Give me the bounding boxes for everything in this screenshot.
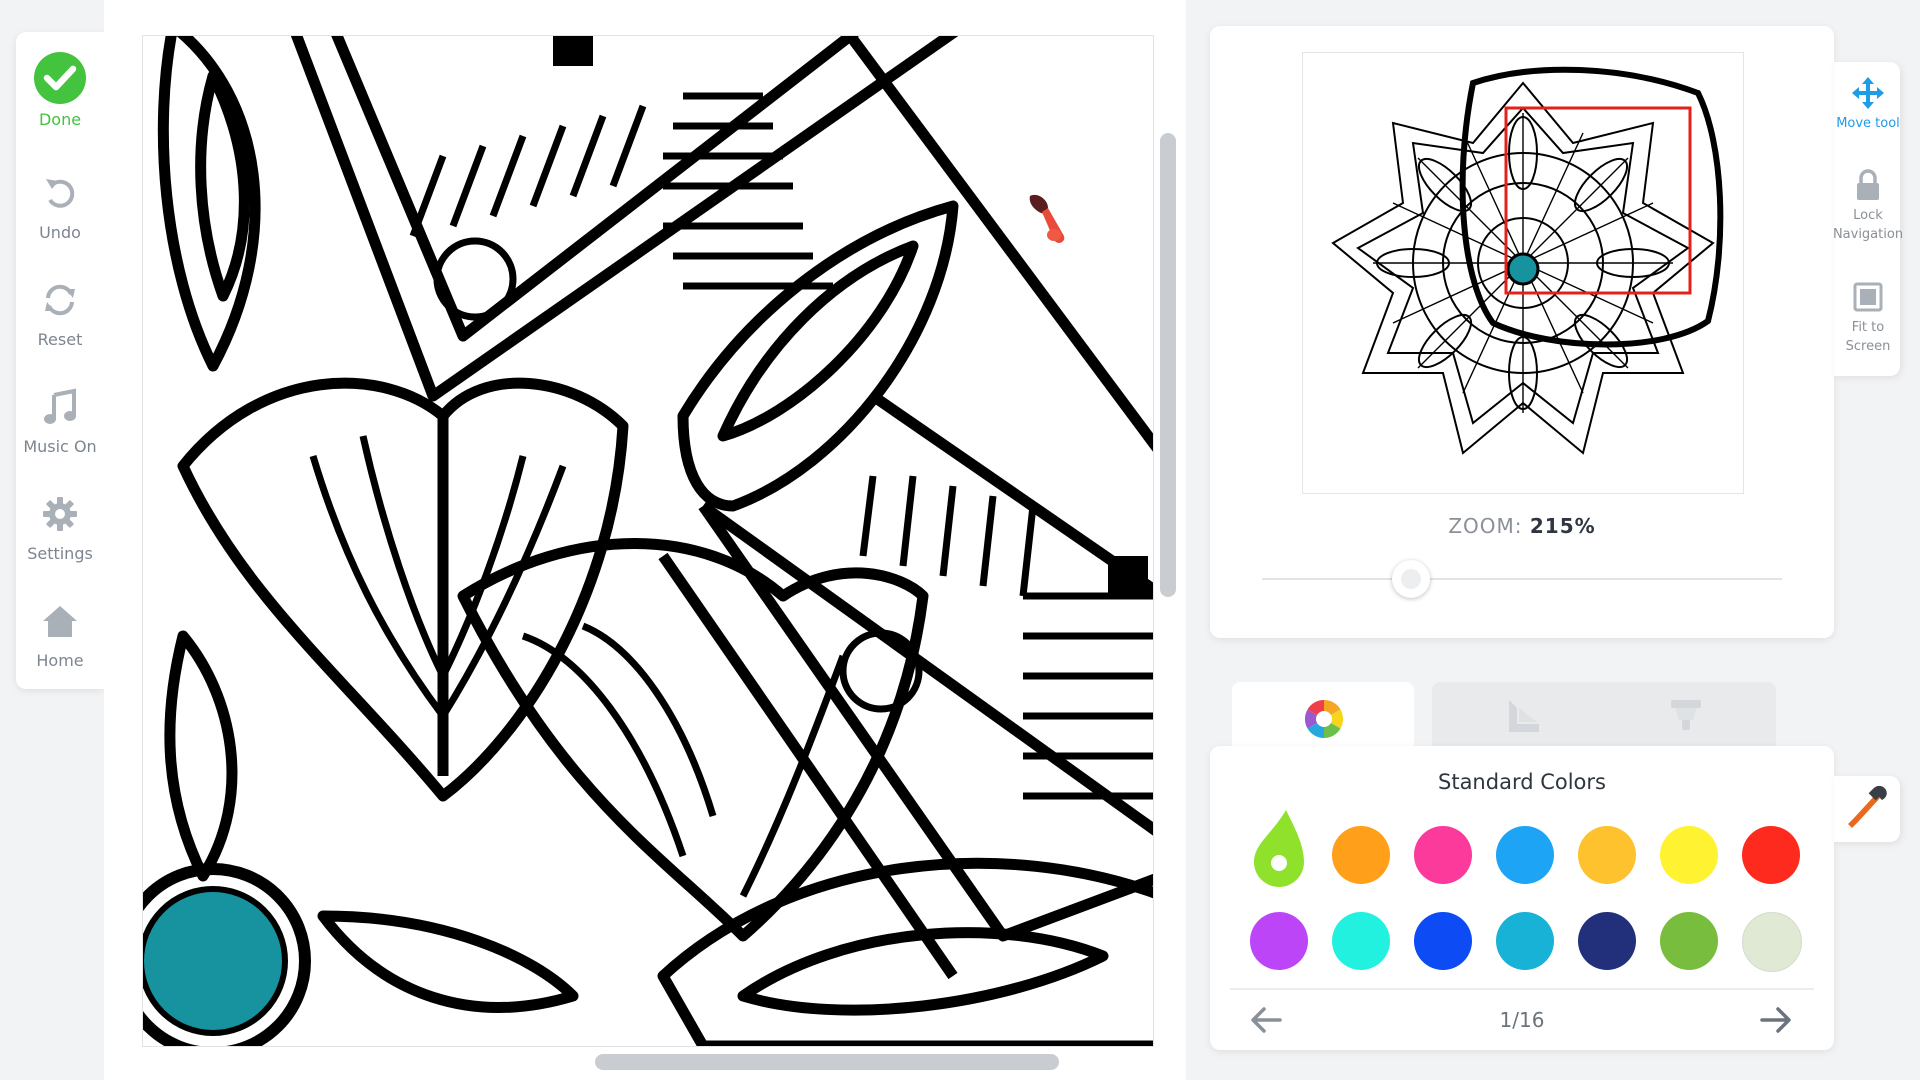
fit-to-screen-button[interactable]: Fit to Screen (1826, 280, 1910, 356)
eyedropper-icon (1848, 785, 1887, 828)
left-toolbar: Done Undo Reset Music On Settings Home (16, 32, 104, 689)
coloring-canvas[interactable] (142, 35, 1154, 1047)
color-swatch[interactable] (1496, 826, 1554, 884)
zoom-slider-thumb[interactable] (1392, 560, 1430, 598)
zoom-slider-track[interactable] (1262, 578, 1782, 580)
lock-navigation-button[interactable]: Lock Navigation (1826, 168, 1910, 244)
reset-label: Reset (37, 330, 83, 349)
color-swatch[interactable] (1414, 912, 1472, 970)
home-label: Home (36, 651, 84, 670)
selected-drop-icon (1254, 810, 1304, 887)
undo-label: Undo (39, 223, 81, 242)
move-arrows-icon (1852, 77, 1884, 109)
reset-button[interactable]: Reset (16, 274, 104, 374)
undo-button[interactable]: Undo (16, 167, 104, 267)
mandala-artwork (143, 36, 1153, 1046)
tab-textures[interactable] (1594, 682, 1776, 746)
paintbrush-cursor-icon (1029, 194, 1065, 243)
eyedropper-button[interactable] (1834, 776, 1900, 842)
zoom-readout: ZOOM: 215% (1210, 514, 1834, 538)
tab-colors[interactable] (1232, 682, 1414, 752)
move-tool-button[interactable]: Move tool (1826, 76, 1910, 133)
home-icon (43, 606, 77, 637)
navigator-panel: ZOOM: 215% (1210, 26, 1834, 638)
mandala-thumbnail (1331, 66, 1724, 455)
color-swatch[interactable] (1742, 826, 1800, 884)
reset-icon (45, 284, 75, 316)
palette-divider (1230, 988, 1814, 990)
music-note-icon (44, 388, 76, 424)
music-button[interactable]: Music On (16, 381, 104, 481)
page-indicator: 1/16 (1499, 1008, 1545, 1032)
navigation-tools: Move tool Lock Navigation Fit to Screen (1833, 62, 1903, 376)
texture-brush-icon (1671, 700, 1701, 730)
color-swatch[interactable] (1660, 912, 1718, 970)
lock-icon (1857, 169, 1879, 200)
home-button[interactable]: Home (16, 595, 104, 695)
color-swatch[interactable] (1496, 912, 1554, 970)
color-swatch-selected[interactable] (1250, 806, 1308, 892)
done-button[interactable]: Done (16, 52, 104, 152)
color-swatch[interactable] (1414, 826, 1472, 884)
color-swatch[interactable] (1578, 826, 1636, 884)
color-swatch[interactable] (1250, 912, 1308, 970)
fit-label-line2: Screen (1845, 339, 1891, 354)
settings-label: Settings (27, 544, 93, 563)
gradient-icon (1509, 700, 1539, 732)
navigator-thumbnail[interactable] (1302, 52, 1744, 494)
music-label: Music On (23, 437, 97, 456)
color-swatch[interactable] (1578, 912, 1636, 970)
lock-label-line1: Lock (1853, 208, 1883, 223)
color-palette-panel: Standard Colors 1/16 (1210, 746, 1834, 1050)
color-wheel-icon (1304, 699, 1344, 739)
fit-screen-icon (1853, 282, 1883, 312)
color-swatch[interactable] (1332, 826, 1390, 884)
zoom-label: ZOOM: (1448, 514, 1523, 538)
fit-label-line1: Fit to (1851, 320, 1885, 335)
gear-icon (43, 497, 77, 531)
settings-button[interactable]: Settings (16, 488, 104, 588)
color-swatch[interactable] (1742, 912, 1802, 972)
undo-icon (46, 179, 75, 208)
done-label: Done (38, 110, 82, 129)
move-tool-label: Move tool (1836, 116, 1900, 131)
horizontal-scrollbar[interactable] (595, 1054, 1059, 1070)
palette-title: Standard Colors (1438, 770, 1606, 794)
check-circle-icon (34, 52, 86, 104)
color-swatch[interactable] (1660, 826, 1718, 884)
zoom-value: 215% (1529, 514, 1596, 538)
next-page-arrow-icon[interactable] (1756, 1002, 1796, 1038)
vertical-scrollbar[interactable] (1160, 133, 1176, 597)
tab-gradients[interactable] (1432, 682, 1614, 746)
color-swatch[interactable] (1332, 912, 1390, 970)
lock-label-line2: Navigation (1832, 227, 1904, 242)
